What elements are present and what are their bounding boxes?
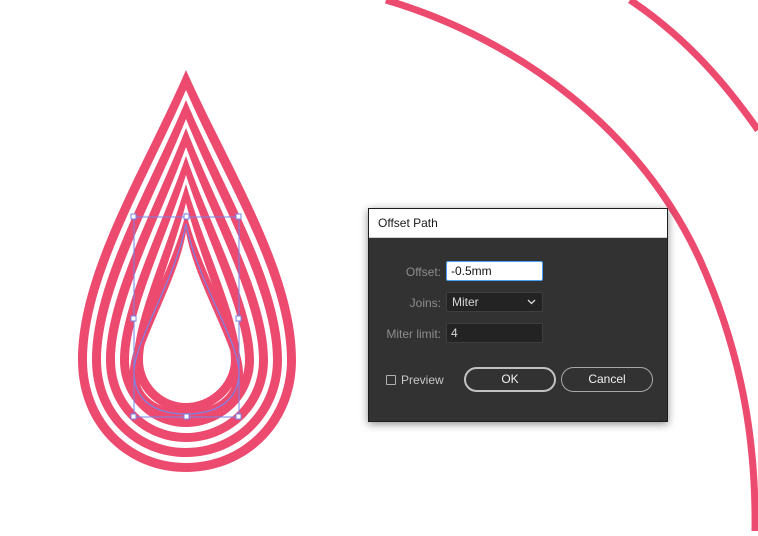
handle-bottom-center[interactable]: [183, 413, 190, 420]
preview-toggle[interactable]: Preview: [386, 372, 444, 388]
dialog-titlebar[interactable]: Offset Path: [369, 209, 667, 238]
miter-limit-row: Miter limit: 4: [369, 323, 667, 345]
offset-row: Offset: -0.5mm: [369, 261, 667, 283]
teardrop-rings: [78, 70, 296, 472]
offset-label: Offset:: [405, 265, 441, 279]
chevron-down-icon: [527, 293, 536, 311]
preview-label: Preview: [401, 373, 444, 387]
handle-top-center[interactable]: [183, 213, 190, 220]
handle-middle-left[interactable]: [130, 315, 137, 322]
joins-select[interactable]: Miter: [446, 292, 543, 312]
handle-bottom-left[interactable]: [130, 413, 137, 420]
handle-top-right[interactable]: [235, 213, 242, 220]
preview-checkbox[interactable]: [386, 375, 396, 385]
ok-button[interactable]: OK: [464, 367, 556, 392]
joins-label: Joins:: [409, 296, 441, 310]
miter-limit-label: Miter limit:: [386, 327, 441, 341]
handle-middle-right[interactable]: [235, 315, 242, 322]
miter-limit-input[interactable]: 4: [446, 323, 543, 343]
joins-select-value: Miter: [452, 295, 479, 309]
cancel-button[interactable]: Cancel: [561, 367, 653, 392]
handle-bottom-right[interactable]: [235, 413, 242, 420]
joins-row: Joins: Miter: [369, 292, 667, 314]
offset-path-dialog: Offset Path Offset: -0.5mm Joins: Miter …: [368, 208, 668, 422]
handle-top-left[interactable]: [130, 213, 137, 220]
large-arc-inner: [628, 0, 758, 133]
dialog-title: Offset Path: [378, 216, 438, 230]
offset-input[interactable]: -0.5mm: [446, 261, 543, 281]
